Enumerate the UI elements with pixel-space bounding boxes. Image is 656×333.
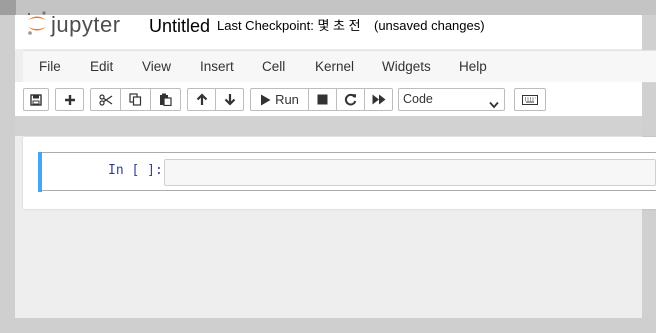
cut-button[interactable] (90, 88, 121, 111)
save-button[interactable] (23, 88, 49, 111)
menu-widgets[interactable]: Widgets (378, 51, 435, 82)
unsaved-status: (unsaved changes) (374, 18, 485, 33)
keyboard-icon (522, 94, 538, 105)
menu-insert[interactable]: Insert (196, 51, 238, 82)
menu-cell[interactable]: Cell (258, 51, 289, 82)
run-label: Run (275, 92, 299, 107)
menu-edit[interactable]: Edit (86, 51, 117, 82)
stop-icon (317, 94, 328, 105)
jupyter-logo[interactable]: jupyter (26, 10, 121, 40)
jupyter-logo-icon (26, 10, 48, 41)
restart-button[interactable] (336, 88, 365, 111)
notebook-title[interactable]: Untitled (145, 13, 214, 39)
code-cell[interactable]: In [ ]: (38, 152, 656, 192)
arrow-up-icon (196, 93, 208, 106)
play-icon (260, 94, 271, 106)
background-corner (0, 0, 16, 16)
jupyter-logo-text: jupyter (51, 12, 121, 37)
move-down-button[interactable] (215, 88, 244, 111)
restart-icon (344, 93, 357, 106)
paste-button[interactable] (150, 88, 181, 111)
menubar: File Edit View Insert Cell Kernel Widget… (23, 50, 656, 83)
interrupt-button[interactable] (308, 88, 337, 111)
move-up-button[interactable] (187, 88, 216, 111)
insert-cell-button[interactable] (55, 88, 84, 111)
command-palette-button[interactable] (514, 88, 546, 111)
chevron-down-icon (489, 95, 499, 116)
cell-type-value: Code (403, 92, 433, 106)
input-prompt: In [ ]: (108, 163, 163, 178)
plus-icon (64, 94, 76, 106)
toolbar: Run Code (15, 82, 642, 116)
copy-button[interactable] (120, 88, 151, 111)
run-button[interactable]: Run (250, 88, 309, 111)
save-icon (30, 93, 42, 106)
menu-help[interactable]: Help (455, 51, 491, 82)
last-checkpoint: Last Checkpoint: 몇 초 전 (217, 18, 361, 33)
menu-kernel[interactable]: Kernel (311, 51, 358, 82)
fast-forward-icon (372, 94, 386, 105)
cell-type-select[interactable]: Code (398, 88, 505, 111)
copy-icon (129, 93, 142, 106)
paste-icon (159, 93, 172, 106)
arrow-down-icon (224, 93, 236, 106)
menu-view[interactable]: View (138, 51, 175, 82)
left-margin (0, 15, 15, 318)
code-input[interactable] (164, 159, 656, 186)
bottom-margin (0, 318, 656, 333)
menu-file[interactable]: File (35, 51, 65, 82)
header-separator (15, 116, 642, 136)
run-all-button[interactable] (364, 88, 393, 111)
scissors-icon (98, 93, 113, 106)
jupyter-notebook-window: jupyter Untitled Last Checkpoint: 몇 초 전 … (0, 0, 656, 333)
